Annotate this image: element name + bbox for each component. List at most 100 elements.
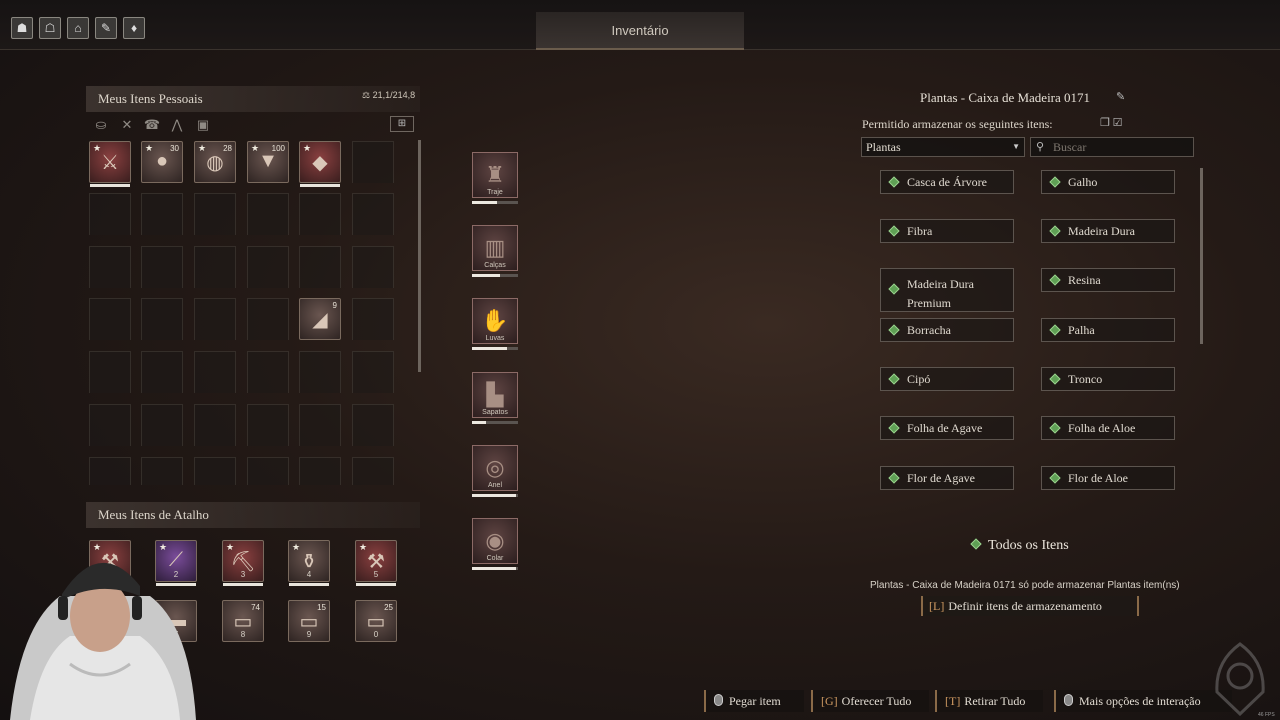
star-icon: ★ [226, 542, 235, 552]
tools-filter-icon[interactable]: ☎ [142, 118, 162, 132]
durability-bar [472, 567, 518, 570]
allowed-item-chip[interactable]: Casca de Árvore [880, 170, 1014, 194]
empty-slot[interactable] [194, 404, 236, 446]
allowed-item-chip[interactable]: Borracha [880, 318, 1014, 342]
empty-slot[interactable] [89, 298, 131, 340]
empty-slot[interactable] [89, 404, 131, 446]
empty-slot[interactable] [299, 193, 341, 235]
equipment-slot[interactable]: ▥ Calças [472, 225, 518, 271]
shortcut-item[interactable]: ▭ 74 8 [222, 600, 264, 642]
empty-slot[interactable] [247, 246, 289, 288]
allowed-item-chip[interactable]: Fibra [880, 219, 1014, 243]
allowed-item-chip[interactable]: Palha [1041, 318, 1175, 342]
empty-slot[interactable] [194, 351, 236, 393]
allowed-item-chip[interactable]: Flor de Agave [880, 466, 1014, 490]
inventory-item[interactable]: ◢ 9 [299, 298, 341, 340]
mouse-icon [714, 694, 723, 706]
allowed-item-chip[interactable]: Flor de Aloe [1041, 466, 1175, 490]
crafting-icon[interactable]: ✎ [95, 17, 117, 39]
empty-slot[interactable] [299, 457, 341, 485]
empty-slot[interactable] [89, 246, 131, 288]
empty-slot[interactable] [299, 404, 341, 446]
materials-filter-icon[interactable]: ⛀ [91, 118, 111, 132]
checklist-icon[interactable]: ☑ [1113, 117, 1123, 129]
inventory-item[interactable]: ● ★ 30 [141, 141, 183, 183]
empty-slot[interactable] [247, 457, 289, 485]
define-storage-button[interactable]: [L] Definir itens de armazenamento [921, 596, 1139, 616]
empty-slot[interactable] [194, 298, 236, 340]
water-icon[interactable]: ♦ [123, 17, 145, 39]
empty-slot[interactable] [352, 193, 394, 235]
empty-slot[interactable] [141, 457, 183, 485]
empty-slot[interactable] [141, 193, 183, 235]
allowed-item-chip[interactable]: Resina [1041, 268, 1175, 292]
empty-slot[interactable] [194, 457, 236, 485]
empty-slot[interactable] [352, 404, 394, 446]
empty-slot[interactable] [141, 246, 183, 288]
empty-slot[interactable] [247, 193, 289, 235]
star-icon: ★ [359, 542, 368, 552]
empty-slot[interactable] [299, 351, 341, 393]
inventory-icon[interactable]: ⌂ [67, 17, 89, 39]
allowed-item-chip[interactable]: Tronco [1041, 367, 1175, 391]
equipment-icon: ◉ [485, 528, 505, 553]
empty-slot[interactable] [194, 246, 236, 288]
equipment-slot[interactable]: ◉ Colar [472, 518, 518, 564]
allowed-item-chip[interactable]: Galho [1041, 170, 1175, 194]
empty-slot[interactable] [194, 193, 236, 235]
shortcut-item[interactable]: ⛏ ★ 3 [222, 540, 264, 586]
empty-slot[interactable] [247, 298, 289, 340]
equipment-slot[interactable]: ▙ Sapatos [472, 372, 518, 418]
all-items-toggle[interactable]: Todos os Itens [970, 538, 1069, 554]
empty-slot[interactable] [352, 246, 394, 288]
category-select[interactable]: Plantas ▼ [861, 137, 1025, 157]
empty-slot[interactable] [352, 351, 394, 393]
equipment-slot[interactable]: ♜ Traje [472, 152, 518, 198]
action-button[interactable]: [G] Oferecer Tudo [811, 690, 929, 712]
empty-slot[interactable] [247, 351, 289, 393]
shortcut-item[interactable]: ▭ 15 9 [288, 600, 330, 642]
chip-label: Borracha [907, 323, 951, 337]
equipment-slot[interactable]: ◎ Anel [472, 445, 518, 491]
empty-slot[interactable] [141, 351, 183, 393]
shortcut-item[interactable]: ▭ 25 0 [355, 600, 397, 642]
empty-slot[interactable] [352, 457, 394, 485]
allowed-item-chip[interactable]: Folha de Aloe [1041, 416, 1175, 440]
allowed-item-chip[interactable]: Cipó [880, 367, 1014, 391]
character-icon[interactable]: ☗ [11, 17, 33, 39]
sort-button[interactable]: ⊞ [390, 116, 414, 132]
tab-inventory[interactable]: Inventário [536, 12, 744, 50]
action-button[interactable]: Pegar item [704, 690, 804, 712]
edit-name-icon[interactable]: ✎ [1116, 90, 1125, 103]
inventory-item[interactable]: ◆ ★ [299, 141, 341, 187]
allowed-list-scrollbar[interactable] [1200, 168, 1203, 344]
allowed-item-chip[interactable]: Folha de Agave [880, 416, 1014, 440]
empty-slot[interactable] [141, 404, 183, 446]
allowed-item-chip[interactable]: Madeira Dura [1041, 219, 1175, 243]
inventory-item[interactable]: ◍ ★ 28 [194, 141, 236, 183]
hotkey-number: 3 [240, 570, 246, 579]
empty-slot[interactable] [352, 298, 394, 340]
search-input[interactable]: ⚲ Buscar [1030, 137, 1194, 157]
empty-slot[interactable] [299, 246, 341, 288]
empty-slot[interactable] [89, 351, 131, 393]
inventory-item[interactable]: ⚔ ★ [89, 141, 131, 187]
misc-filter-icon[interactable]: ▣ [193, 118, 213, 132]
inventory-item[interactable]: ▼ ★ 100 [247, 141, 289, 183]
action-button[interactable]: [T] Retirar Tudo [935, 690, 1043, 712]
allowed-items-list: Casca de Árvore Galho Fibra Madeira Dura Mad… [862, 166, 1198, 528]
allowed-item-chip[interactable]: Madeira Dura Premium [880, 268, 1014, 312]
empty-slot[interactable] [352, 141, 394, 183]
personal-grid-scrollbar[interactable] [418, 140, 421, 372]
shortcut-item[interactable]: ⚒ ★ 5 [355, 540, 397, 586]
shortcut-item[interactable]: ⚱ ★ 4 [288, 540, 330, 586]
weapons-filter-icon[interactable]: ✕ [117, 118, 137, 132]
copy-icon[interactable]: ❐ [1100, 117, 1110, 129]
empty-slot[interactable] [89, 193, 131, 235]
empty-slot[interactable] [141, 298, 183, 340]
empty-slot[interactable] [247, 404, 289, 446]
empty-slot[interactable] [89, 457, 131, 485]
skills-icon[interactable]: ☖ [39, 17, 61, 39]
deployables-filter-icon[interactable]: ⋀ [167, 118, 187, 132]
equipment-slot[interactable]: ✋ Luvas [472, 298, 518, 344]
